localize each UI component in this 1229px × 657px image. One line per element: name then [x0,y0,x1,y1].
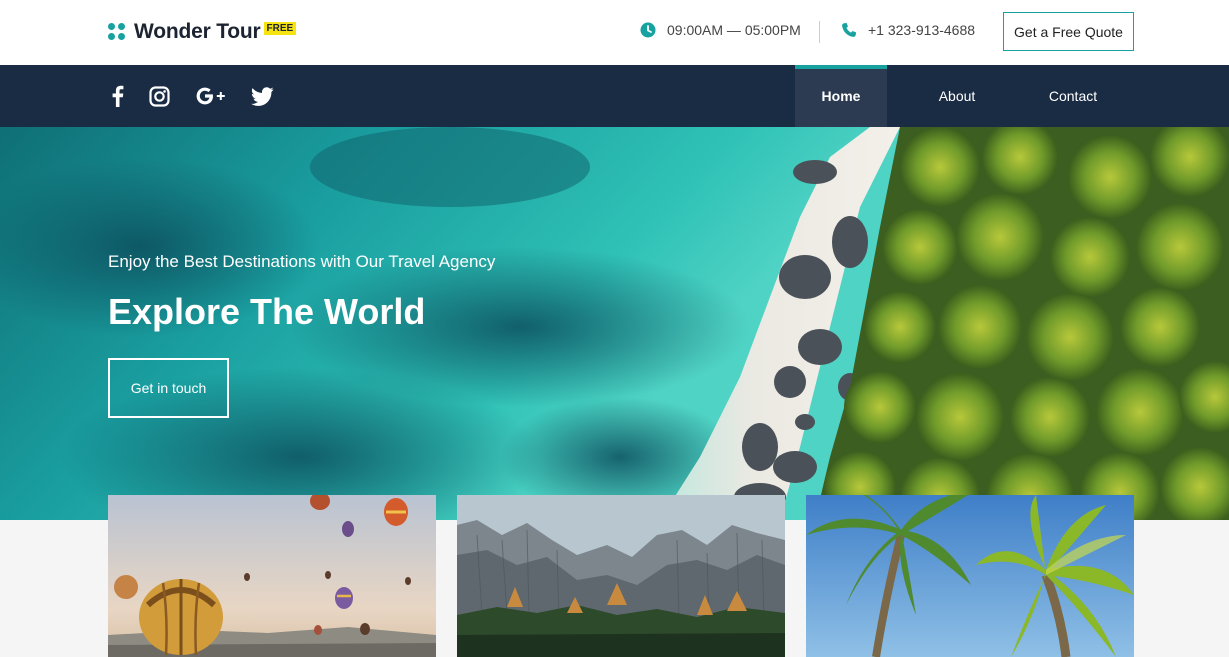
logo[interactable]: Wonder Tour FREE [108,20,297,44]
hero-title: Explore The World [108,291,426,332]
hours-text: 09:00AM — 05:00PM [667,22,801,38]
destination-card-mountains[interactable] [457,495,785,657]
navbar: Home About Contact [0,65,1229,127]
palm-trees-image [806,495,1134,657]
top-bar: Wonder Tour FREE 09:00AM — 05:00PM +1 32… [0,0,1229,65]
get-in-touch-button[interactable]: Get in touch [108,358,229,418]
nav-about[interactable]: About [912,65,1002,127]
phone-number[interactable]: +1 323-913-4688 [841,22,975,38]
business-hours: 09:00AM — 05:00PM [640,22,801,38]
logo-text: Wonder Tour [134,20,261,43]
hero-section: Enjoy the Best Destinations with Our Tra… [0,127,1229,520]
mountains-image [457,495,785,657]
get-quote-button[interactable]: Get a Free Quote [1003,12,1134,51]
twitter-icon[interactable] [250,84,274,108]
instagram-icon[interactable] [148,84,170,108]
phone-icon [842,23,856,37]
logo-dots-icon [108,23,126,41]
hot-air-balloons-image [108,495,436,657]
clock-icon [640,22,656,38]
nav-home[interactable]: Home [795,65,887,127]
logo-badge: FREE [263,21,297,35]
nav-contact[interactable]: Contact [1028,65,1118,127]
destination-card-palms[interactable] [806,495,1134,657]
google-plus-icon[interactable] [195,84,227,108]
destination-card-balloons[interactable] [108,495,436,657]
phone-text: +1 323-913-4688 [868,22,976,38]
hero-subtitle: Enjoy the Best Destinations with Our Tra… [108,252,496,271]
facebook-icon[interactable] [108,84,126,108]
divider [819,21,820,43]
